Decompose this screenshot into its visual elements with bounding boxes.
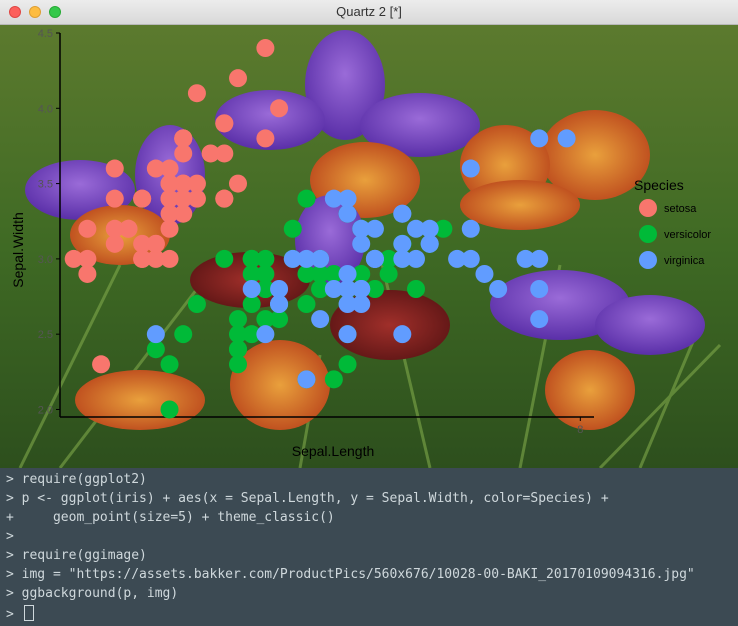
- point-virginica: [530, 280, 549, 298]
- point-setosa: [133, 249, 152, 268]
- plot-area: 2.0 2.5 3.0 3.5 4.0 4.5 8 Sepal.Length Sepal.W…: [0, 25, 738, 468]
- point-setosa: [270, 99, 289, 118]
- console-line: > ggbackground(p, img): [6, 586, 179, 601]
- point-setosa: [78, 249, 97, 268]
- legend-key-setosa: [639, 199, 657, 217]
- legend-label-versicolor: versicolor: [664, 229, 711, 241]
- point-virginica: [283, 249, 302, 268]
- point-setosa: [78, 219, 97, 238]
- point-versicolor: [324, 370, 343, 389]
- point-virginica: [270, 295, 289, 314]
- quartz-window: Quartz 2 [*] 2.0 2.5 3.0 3.5 4.0 4.5 8 S…: [0, 0, 738, 626]
- point-virginica: [393, 325, 412, 344]
- point-virginica: [352, 234, 371, 253]
- title-bar: Quartz 2 [*]: [0, 0, 738, 25]
- x-axis-label: Sepal.Length: [292, 443, 375, 459]
- point-setosa: [229, 69, 247, 88]
- console-line: > require(ggplot2): [6, 472, 147, 487]
- y-tick-label: 2.5: [38, 329, 53, 341]
- point-virginica: [324, 189, 343, 208]
- point-setosa: [105, 189, 124, 208]
- point-versicolor: [338, 355, 357, 374]
- point-setosa: [160, 204, 179, 223]
- legend-label-setosa: setosa: [664, 203, 697, 215]
- r-console[interactable]: > require(ggplot2) > p <- ggplot(iris) + …: [0, 468, 738, 626]
- point-virginica: [407, 219, 425, 238]
- scatter-plot: 2.0 2.5 3.0 3.5 4.0 4.5 8 Sepal.Length Sepal.W…: [0, 25, 738, 468]
- console-line: >: [6, 529, 14, 544]
- point-setosa: [146, 159, 165, 178]
- point-versicolor: [174, 325, 193, 344]
- y-tick-label: 3.5: [38, 179, 53, 191]
- point-versicolor: [407, 280, 425, 298]
- console-line: > p <- ggplot(iris) + aes(x = Sepal.Leng…: [6, 491, 609, 506]
- point-versicolor: [160, 355, 179, 374]
- legend-key-virginica: [639, 251, 657, 269]
- point-virginica: [338, 280, 357, 298]
- x-tick-label: 8: [577, 424, 583, 436]
- point-setosa: [201, 144, 220, 163]
- point-virginica: [393, 204, 412, 223]
- point-setosa: [215, 189, 234, 208]
- console-line: > img = "https://assets.bakker.com/Produ…: [6, 567, 695, 582]
- point-versicolor: [160, 400, 179, 419]
- y-tick-label: 2.0: [38, 404, 53, 416]
- point-virginica: [242, 280, 261, 298]
- point-versicolor: [215, 249, 234, 268]
- point-setosa: [160, 174, 179, 193]
- point-setosa: [92, 355, 111, 374]
- point-setosa: [146, 234, 165, 253]
- point-setosa: [187, 84, 206, 103]
- point-virginica: [530, 249, 549, 268]
- console-line: > require(ggimage): [6, 548, 147, 563]
- point-virginica: [489, 280, 508, 298]
- legend-label-virginica: virginica: [664, 255, 705, 267]
- point-virginica: [338, 325, 357, 344]
- point-setosa: [174, 129, 193, 148]
- point-virginica: [475, 264, 494, 283]
- point-versicolor: [283, 219, 302, 238]
- y-tick-label: 4.0: [38, 103, 53, 115]
- y-tick-label: 3.0: [38, 254, 53, 266]
- point-virginica: [256, 325, 275, 344]
- point-virginica: [311, 310, 330, 329]
- point-setosa: [160, 249, 179, 268]
- point-setosa: [105, 159, 124, 178]
- point-virginica: [420, 234, 439, 253]
- legend-title: Species: [634, 177, 684, 193]
- point-setosa: [174, 189, 193, 208]
- text-cursor[interactable]: [23, 605, 34, 621]
- point-setosa: [105, 219, 124, 238]
- y-tick-label: 4.5: [38, 28, 53, 40]
- point-virginica: [461, 219, 480, 238]
- point-versicolor: [297, 189, 316, 208]
- point-setosa: [133, 189, 152, 208]
- point-virginica: [461, 249, 480, 268]
- point-setosa: [256, 129, 275, 148]
- legend-key-versicolor: [639, 225, 657, 243]
- window-title: Quartz 2 [*]: [336, 4, 402, 19]
- point-setosa: [215, 114, 234, 133]
- point-virginica: [297, 370, 316, 389]
- console-line: + geom_point(size=5) + theme_classic(): [6, 510, 335, 525]
- point-virginica: [393, 249, 412, 268]
- point-virginica: [146, 325, 165, 344]
- point-versicolor: [187, 295, 206, 314]
- console-prompt: >: [6, 605, 34, 622]
- point-versicolor: [297, 295, 316, 314]
- y-axis-label: Sepal.Width: [10, 212, 26, 287]
- point-virginica: [365, 249, 384, 268]
- point-virginica: [530, 129, 549, 148]
- point-virginica: [461, 159, 480, 178]
- point-setosa: [256, 39, 275, 58]
- point-setosa: [229, 174, 247, 193]
- point-versicolor: [229, 310, 247, 329]
- point-virginica: [557, 129, 576, 148]
- point-virginica: [530, 310, 549, 329]
